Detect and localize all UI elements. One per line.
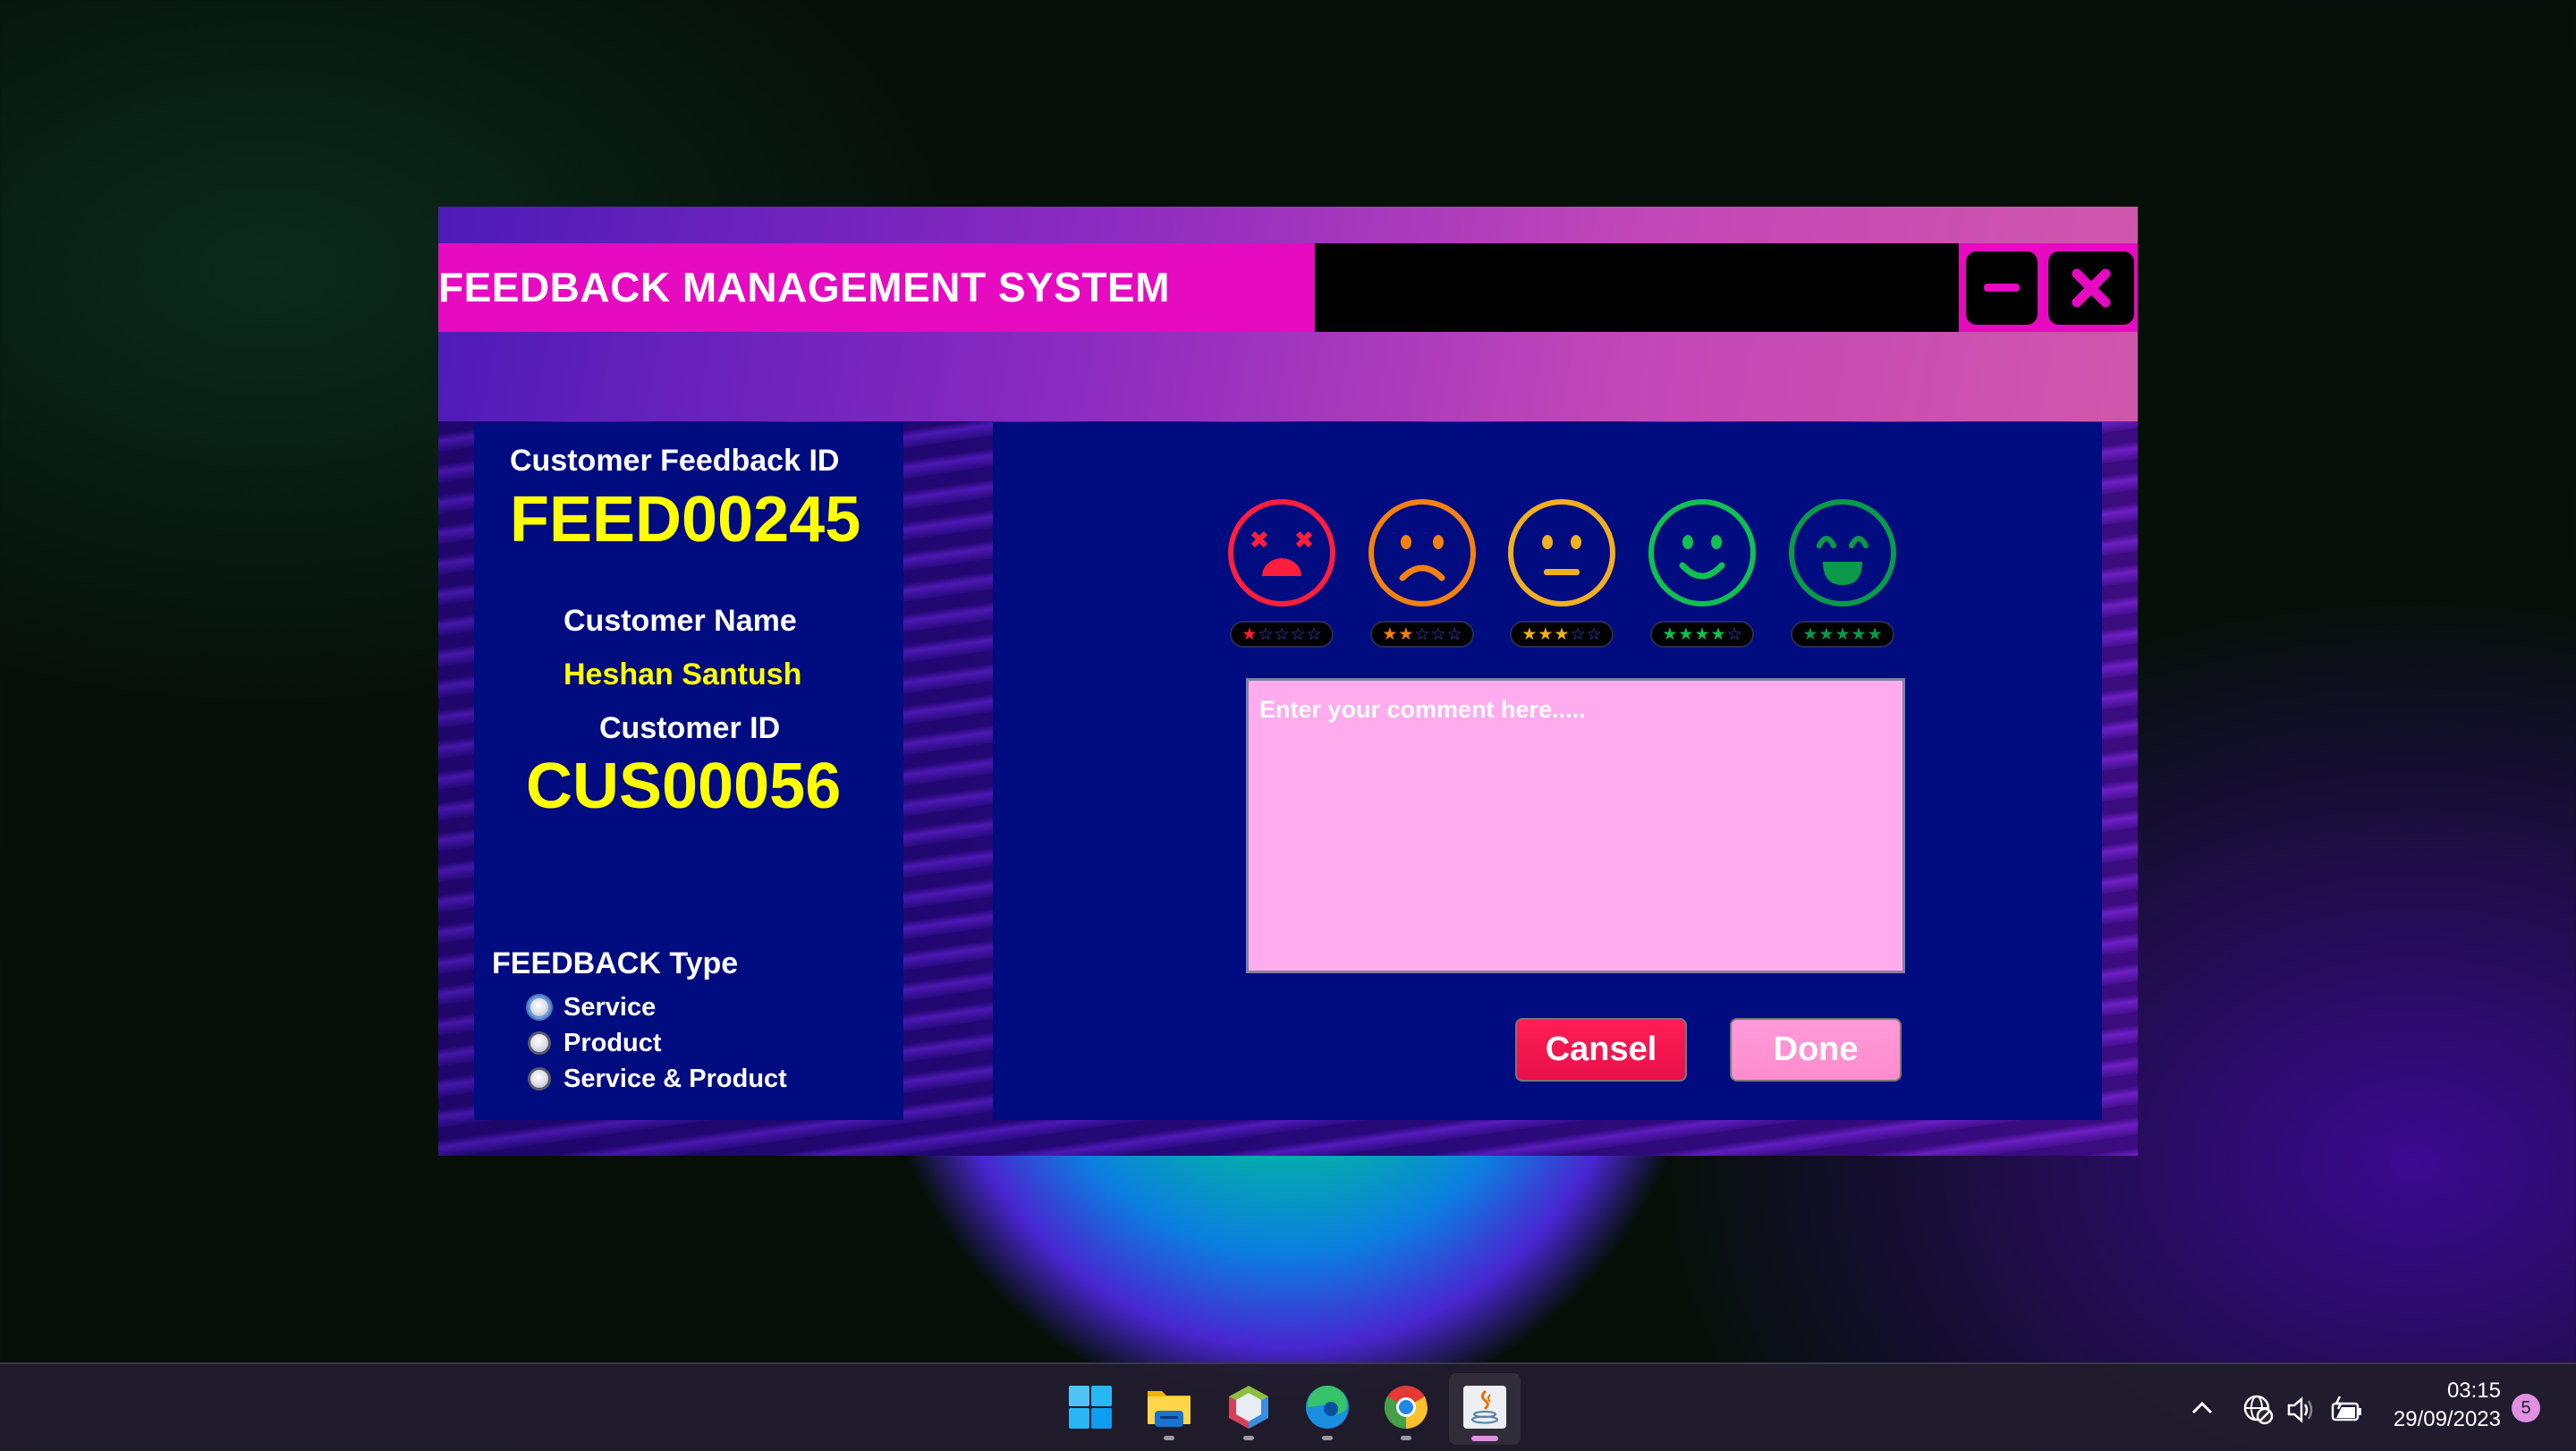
file-explorer-button[interactable] (1146, 1384, 1192, 1430)
rating-bad-button[interactable] (1367, 497, 1478, 608)
chevron-up-icon (2191, 1401, 2213, 1414)
customer-id-label: Customer ID (599, 711, 781, 745)
java-icon (1463, 1386, 1506, 1429)
star-filled-icon: ★ (1851, 624, 1867, 644)
star-filled-icon: ★ (1710, 624, 1726, 644)
edge-button[interactable] (1304, 1384, 1351, 1430)
star-empty-icon: ☆ (1290, 624, 1306, 644)
minus-icon (1984, 284, 2020, 292)
star-empty-icon: ☆ (1414, 624, 1430, 644)
star-filled-icon: ★ (1835, 624, 1851, 644)
speaker-icon (2287, 1396, 2313, 1423)
smile-face-icon (1648, 499, 1756, 607)
start-button[interactable] (1067, 1384, 1114, 1430)
customer-info-panel: Customer Feedback ID FEED00245 Customer … (474, 422, 903, 1120)
feedback-type-option[interactable]: Product (528, 1025, 662, 1061)
cancel-button[interactable]: Cansel (1515, 1018, 1687, 1082)
netbeans-button[interactable] (1225, 1384, 1272, 1430)
sad-face-icon (1368, 499, 1476, 607)
windows-start-icon (1069, 1386, 1112, 1429)
battery-button[interactable] (2331, 1395, 2363, 1429)
star-filled-icon: ★ (1662, 624, 1678, 644)
network-button[interactable] (2243, 1395, 2274, 1429)
radio-label: Service (564, 992, 657, 1022)
dizzy-face-icon (1228, 499, 1335, 607)
star-filled-icon: ★ (1818, 624, 1835, 644)
star-filled-icon: ★ (1382, 624, 1398, 644)
app-title: FEEDBACK MANAGEMENT SYSTEM (438, 264, 1171, 310)
star-empty-icon: ☆ (1258, 624, 1274, 644)
running-indicator (1322, 1436, 1333, 1440)
star-empty-icon: ☆ (1306, 624, 1322, 644)
star-empty-icon: ☆ (1570, 624, 1586, 644)
rating-excellent-button[interactable] (1787, 497, 1898, 608)
window-controls (1959, 243, 2138, 332)
feedback-type-option[interactable]: Service (528, 989, 656, 1025)
star-rating-2[interactable]: ★ ★ ☆ ☆ ☆ (1370, 621, 1474, 648)
rating-very-bad-button[interactable] (1226, 497, 1337, 608)
star-filled-icon: ★ (1241, 624, 1258, 644)
customer-name-label: Customer Name (564, 604, 797, 638)
comment-textarea[interactable]: Enter your comment here..... (1246, 678, 1905, 973)
radio-label: Product (564, 1028, 662, 1057)
star-empty-icon: ☆ (1430, 624, 1446, 644)
edge-icon (1306, 1385, 1349, 1429)
star-filled-icon: ★ (1398, 624, 1414, 644)
radio-button[interactable] (528, 1067, 551, 1090)
comment-placeholder: Enter your comment here..... (1259, 696, 1586, 723)
star-rating-3[interactable]: ★ ★ ★ ☆ ☆ (1510, 621, 1614, 648)
chrome-icon (1384, 1386, 1428, 1430)
done-button[interactable]: Done (1730, 1018, 1902, 1082)
customer-id-value: CUS00056 (526, 751, 842, 822)
folder-icon (1148, 1391, 1191, 1427)
minimize-button[interactable] (1966, 251, 2038, 325)
clock-date[interactable]: 29/09/2023 (2376, 1407, 2501, 1432)
app-window: FEEDBACK MANAGEMENT SYSTEM Customer Feed… (438, 207, 2138, 1156)
star-filled-icon: ★ (1678, 624, 1694, 644)
radio-button[interactable] (528, 996, 551, 1019)
netbeans-icon (1229, 1386, 1268, 1429)
star-rating-1[interactable]: ★ ☆ ☆ ☆ ☆ (1230, 621, 1334, 648)
chrome-button[interactable] (1383, 1384, 1429, 1430)
star-filled-icon: ★ (1538, 624, 1554, 644)
feedback-type-label: FEEDBACK Type (492, 946, 739, 980)
java-app-button[interactable] (1462, 1384, 1508, 1430)
globe-no-network-icon (2243, 1395, 2274, 1425)
show-hidden-icons-button[interactable] (2190, 1389, 2215, 1432)
volume-button[interactable] (2286, 1395, 2317, 1429)
running-indicator (1164, 1436, 1174, 1440)
feedback-id-label: Customer Feedback ID (510, 444, 840, 478)
laughing-face-icon (1789, 499, 1896, 607)
star-empty-icon: ☆ (1726, 624, 1742, 644)
radio-button[interactable] (528, 1031, 551, 1055)
clock-time[interactable]: 03:15 (2429, 1379, 2501, 1404)
star-empty-icon: ☆ (1446, 624, 1462, 644)
neutral-face-icon (1508, 499, 1615, 607)
notification-badge[interactable]: 5 (2512, 1394, 2540, 1422)
taskbar: 03:15 29/09/2023 5 (0, 1362, 2576, 1451)
star-filled-icon: ★ (1802, 624, 1818, 644)
star-rating-5[interactable]: ★ ★ ★ ★ ★ (1791, 621, 1894, 648)
star-filled-icon: ★ (1554, 624, 1570, 644)
feedback-id-value: FEED00245 (510, 484, 861, 556)
customer-name-value: Heshan Santush (564, 658, 802, 692)
close-button[interactable] (2048, 251, 2134, 325)
star-filled-icon: ★ (1521, 624, 1538, 644)
battery-charging-icon (2331, 1396, 2361, 1421)
rating-neutral-button[interactable] (1506, 497, 1617, 608)
running-indicator (1243, 1436, 1254, 1440)
star-empty-icon: ☆ (1274, 624, 1290, 644)
active-indicator (1471, 1436, 1498, 1441)
star-filled-icon: ★ (1694, 624, 1710, 644)
feedback-type-option[interactable]: Service & Product (528, 1061, 787, 1097)
feedback-panel: ★ ☆ ☆ ☆ ☆ ★ ★ ☆ ☆ ☆ ★ ★ ★ ☆ ☆ ★ ★ ★ ★ ☆ ★ ★ ★ ★ ★ Enter your com… (993, 422, 2102, 1120)
rating-good-button[interactable] (1647, 497, 1758, 608)
star-rating-4[interactable]: ★ ★ ★ ★ ☆ (1650, 621, 1754, 648)
star-empty-icon: ☆ (1586, 624, 1602, 644)
x-icon (2072, 268, 2111, 308)
radio-label: Service & Product (564, 1064, 787, 1093)
title-bar-drag-area[interactable] (1315, 243, 1959, 332)
running-indicator (1401, 1436, 1411, 1440)
star-filled-icon: ★ (1867, 624, 1883, 644)
